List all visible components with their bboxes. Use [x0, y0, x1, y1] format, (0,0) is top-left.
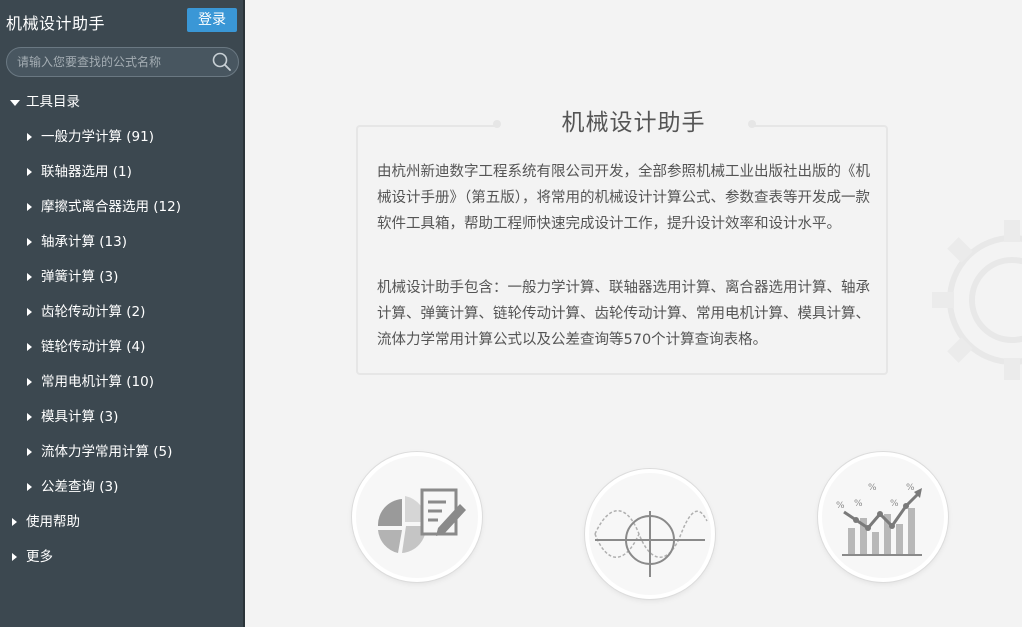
tree-root-tools[interactable]: 工具目录: [0, 85, 245, 120]
svg-text:%: %: [906, 483, 915, 493]
search-input[interactable]: [17, 48, 207, 76]
caret-right-icon[interactable]: [25, 260, 35, 295]
tree-item-label: 公差查询 (3): [41, 479, 119, 495]
svg-text:%: %: [868, 483, 877, 493]
bar-trend-percent-icon: % % % % %: [836, 483, 922, 556]
pie-chart-document-icon: [377, 488, 466, 553]
tree-root-help[interactable]: 使用帮助: [0, 505, 245, 540]
tree-item-clutch[interactable]: 摩擦式离合器选用 (12): [0, 190, 245, 225]
gear-watermark-icon: [932, 220, 1022, 380]
caret-right-icon[interactable]: [25, 435, 35, 470]
tree-item-mold[interactable]: 模具计算 (3): [0, 400, 245, 435]
tree-item-motor[interactable]: 常用电机计算 (10): [0, 365, 245, 400]
search-icon[interactable]: [212, 52, 232, 72]
caret-right-icon[interactable]: [25, 120, 35, 155]
tree-item-label: 摩擦式离合器选用 (12): [41, 199, 182, 215]
svg-text:%: %: [836, 501, 845, 511]
tree-root-label: 工具目录: [26, 94, 80, 110]
caret-right-icon[interactable]: [25, 470, 35, 505]
tree-item-bearing[interactable]: 轴承计算 (13): [0, 225, 245, 260]
tree-item-gear[interactable]: 齿轮传动计算 (2): [0, 295, 245, 330]
caret-right-icon[interactable]: [25, 400, 35, 435]
tree-item-tolerance[interactable]: 公差查询 (3): [0, 470, 245, 505]
tree-more-label: 更多: [26, 549, 53, 565]
feature-mechanics-button[interactable]: [352, 452, 482, 582]
caret-right-icon[interactable]: [25, 295, 35, 330]
svg-text:%: %: [854, 499, 863, 509]
tree-item-coupling[interactable]: 联轴器选用 (1): [0, 155, 245, 190]
svg-text:%: %: [890, 499, 899, 509]
intro-title: 机械设计助手: [561, 110, 706, 136]
tree-item-label: 常用电机计算 (10): [41, 374, 155, 390]
tree-item-label: 链轮传动计算 (4): [41, 339, 146, 355]
app-title: 机械设计助手: [6, 14, 106, 33]
tree-item-sprocket[interactable]: 链轮传动计算 (4): [0, 330, 245, 365]
tree-item-spring[interactable]: 弹簧计算 (3): [0, 260, 245, 295]
tree-help-label: 使用帮助: [26, 514, 80, 530]
caret-right-icon[interactable]: [10, 540, 20, 575]
tree-item-label: 轴承计算 (13): [41, 234, 128, 250]
caret-right-icon[interactable]: [25, 225, 35, 260]
intro-paragraph-1: 由杭州新迪数字工程系统有限公司开发，全部参照机械工业出版社出版的《机械设计手册》…: [377, 164, 870, 232]
tree-item-fluid[interactable]: 流体力学常用计算 (5): [0, 435, 245, 470]
crosshair-wave-icon: [594, 510, 708, 577]
tree-item-label: 一般力学计算 (91): [41, 129, 155, 145]
tree-item-label: 模具计算 (3): [41, 409, 119, 425]
tree-root-more[interactable]: 更多: [0, 540, 245, 575]
login-button[interactable]: 登录: [187, 8, 237, 32]
tree-item-label: 流体力学常用计算 (5): [41, 444, 173, 460]
caret-right-icon[interactable]: [25, 190, 35, 225]
tree-item-label: 齿轮传动计算 (2): [41, 304, 146, 320]
feature-calc-button[interactable]: [585, 469, 715, 599]
intro-paragraph-2: 机械设计助手包含：一般力学计算、联轴器选用计算、离合器选用计算、轴承计算、弹簧计…: [377, 280, 870, 348]
sidebar: 机械设计助手 登录 工具目录 一般力学计算 (91) 联轴器选用 (1) 摩擦式…: [0, 0, 245, 627]
tree-item-label: 联轴器选用 (1): [41, 164, 132, 180]
tree-item-mechanics[interactable]: 一般力学计算 (91): [0, 120, 245, 155]
main-panel: 机械设计助手 由杭州新迪数字工程系统有限公司开发，全部参照机械工业出版社出版的《…: [245, 0, 1022, 627]
caret-right-icon[interactable]: [25, 365, 35, 400]
caret-down-icon[interactable]: [10, 85, 20, 120]
caret-right-icon[interactable]: [10, 505, 20, 540]
caret-right-icon[interactable]: [25, 330, 35, 365]
tree-item-label: 弹簧计算 (3): [41, 269, 119, 285]
caret-right-icon[interactable]: [25, 155, 35, 190]
search-box: [6, 47, 239, 77]
feature-statistics-button[interactable]: % % % % %: [818, 452, 948, 582]
tool-tree: 工具目录 一般力学计算 (91) 联轴器选用 (1) 摩擦式离合器选用 (12)…: [0, 85, 245, 575]
